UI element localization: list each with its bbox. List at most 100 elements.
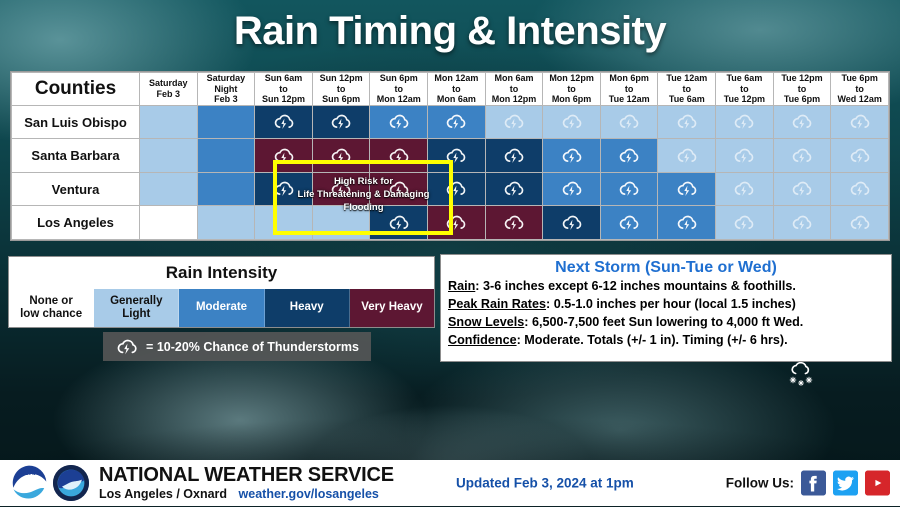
county-name-cell: Los Angeles: [11, 205, 140, 240]
high-risk-callout-text: High Risk for Life Threatening & Damaging…: [266, 176, 461, 214]
thunderstorm-icon: [560, 179, 584, 199]
risk-callout-line: Flooding: [343, 201, 384, 213]
intensity-cell-r0-c6: [484, 104, 544, 140]
time-column-header-4: Sun 6pm to Mon 12am: [369, 72, 429, 106]
office-url[interactable]: weather.gov/losangeles: [239, 487, 379, 501]
thunderstorm-icon: [444, 146, 468, 166]
agency-name: NATIONAL WEATHER SERVICE: [99, 464, 394, 486]
thunderstorm-icon: [272, 146, 296, 166]
time-header-line: to: [567, 83, 576, 94]
thunderstorm-icon: [732, 213, 756, 233]
time-header-line: Sun 6pm: [379, 73, 418, 83]
thunderstorm-note-label: = 10-20% Chance of Thunderstorms: [146, 339, 359, 354]
time-header-line: to: [279, 83, 288, 94]
time-header-line: Tue 12am: [666, 73, 708, 83]
thunderstorm-icon: [848, 146, 872, 166]
thunderstorm-icon: [790, 179, 814, 199]
next-storm-line-label: Snow Levels: [448, 314, 525, 329]
legend-swatch-label: Heavy: [289, 301, 324, 314]
county-name-cell: Ventura: [11, 171, 140, 207]
thunderstorm-note: = 10-20% Chance of Thunderstorms: [103, 332, 371, 361]
time-header-line: Mon 12am: [434, 73, 479, 83]
thunderstorm-icon: [732, 146, 756, 166]
intensity-cell-r2-c8: [599, 171, 659, 207]
time-header-line: to: [797, 83, 807, 94]
intensity-cell-r0-c9: [657, 104, 717, 140]
time-column-header-11: Tue 12pm to Tue 6pm: [772, 72, 832, 106]
next-storm-line-1: Peak Rain Rates: 0.5-1.0 inches per hour…: [448, 296, 884, 314]
thunderstorm-icon: [617, 112, 641, 132]
table-body: San Luis Obispo Santa Barbara Ventura Los A…: [11, 104, 889, 240]
intensity-cell-r0-c10: [715, 104, 774, 140]
intensity-cell-r3-c12: [830, 205, 889, 240]
thunderstorm-icon: [732, 179, 756, 199]
intensity-cell-r1-c2: [254, 138, 313, 173]
next-storm-line-label: Confidence: [448, 332, 517, 347]
time-header-line: Mon 12pm: [491, 94, 537, 105]
legend-swatch-label: Generally Light: [110, 294, 163, 320]
time-header-line: Mon 6am: [436, 94, 476, 105]
thunderstorm-icon: [387, 146, 411, 166]
time-header-line: to: [336, 83, 346, 94]
infographic-page: Rain Timing & Intensity Counties Saturda…: [0, 0, 900, 506]
county-name-cell: San Luis Obispo: [11, 104, 140, 140]
thunderstorm-icon: [329, 146, 353, 166]
intensity-cell-r2-c0: [139, 171, 198, 207]
county-name-cell: Santa Barbara: [11, 138, 140, 173]
thunderstorm-icon: [732, 112, 756, 132]
thunderstorm-icon: [560, 112, 584, 132]
thunderstorm-icon: [272, 112, 296, 132]
risk-callout-line: Life Threatening & Damaging: [297, 188, 430, 200]
intensity-cell-r2-c6: [484, 171, 544, 207]
follow-us-group: Follow Us:: [726, 470, 890, 496]
next-storm-lines: Rain: 3-6 inches except 6-12 inches moun…: [448, 278, 884, 350]
thunderstorm-icon: [848, 112, 872, 132]
intensity-cell-r1-c5: [427, 138, 486, 173]
time-column-header-0: Saturday Feb 3: [139, 72, 198, 106]
thunderstorm-icon: [675, 213, 699, 233]
time-header-line: Tue 6pm: [783, 94, 821, 105]
time-header-line: to: [682, 83, 692, 94]
intensity-cell-r1-c12: [830, 138, 889, 173]
intensity-cell-r1-c1: [196, 138, 256, 173]
intensity-cell-r2-c12: [830, 171, 889, 207]
time-column-header-7: Mon 12pm to Mon 6pm: [542, 72, 601, 106]
intensity-cell-r0-c1: [196, 104, 256, 140]
time-column-header-6: Mon 6am to Mon 12pm: [484, 72, 544, 106]
time-column-header-9: Tue 12am to Tue 6am: [657, 72, 717, 106]
twitter-icon[interactable]: [833, 470, 858, 496]
facebook-icon[interactable]: [801, 470, 826, 496]
rain-timing-table: Counties Saturday Feb 3 Saturday Night Feb 3…: [10, 71, 890, 241]
thunderstorm-icon: [675, 179, 699, 199]
intensity-cell-r1-c8: [599, 138, 659, 173]
intensity-cell-r0-c4: [369, 104, 429, 140]
time-column-header-10: Tue 6am to Tue 12pm: [715, 72, 774, 106]
time-header-line: Saturday: [149, 78, 188, 89]
youtube-icon[interactable]: [865, 470, 890, 496]
next-storm-line-value: : 0.5-1.0 inches per hour (local 1.5 inc…: [546, 296, 796, 311]
table-header-row: Counties Saturday Feb 3 Saturday Night Feb 3…: [11, 72, 889, 106]
intensity-cell-r0-c8: [599, 104, 659, 140]
legend-swatch-label: Moderate: [195, 301, 248, 314]
intensity-cell-r1-c9: [657, 138, 717, 173]
counties-header: Counties: [11, 72, 140, 106]
time-column-header-8: Mon 6pm to Tue 12am: [599, 72, 659, 106]
intensity-cell-r3-c10: [715, 205, 774, 240]
legend-swatch-4: Very Heavy: [349, 289, 435, 327]
svg-text:NOAA: NOAA: [20, 470, 39, 477]
intensity-cell-r2-c9: [657, 171, 717, 207]
next-storm-line-label: Rain: [448, 279, 476, 293]
time-column-header-3: Sun 12pm to Sun 6pm: [311, 72, 371, 106]
intensity-cell-r0-c0: [139, 104, 198, 140]
thunderstorm-icon: [387, 213, 411, 233]
intensity-cell-r2-c7: [542, 171, 601, 207]
thunderstorm-icon: [329, 112, 353, 132]
time-header-line: Mon 6pm: [609, 73, 649, 83]
intensity-cell-r0-c12: [830, 104, 889, 140]
time-header-line: Tue 6am: [668, 94, 705, 105]
nws-logo: [52, 464, 90, 502]
thunderstorm-icon: [848, 179, 872, 199]
time-header-line: Saturday: [206, 73, 246, 83]
footer-bar: NOAA NATIONAL WEATHER SERVICE Los Angele…: [0, 460, 900, 506]
thunderstorm-icon: [848, 213, 872, 233]
